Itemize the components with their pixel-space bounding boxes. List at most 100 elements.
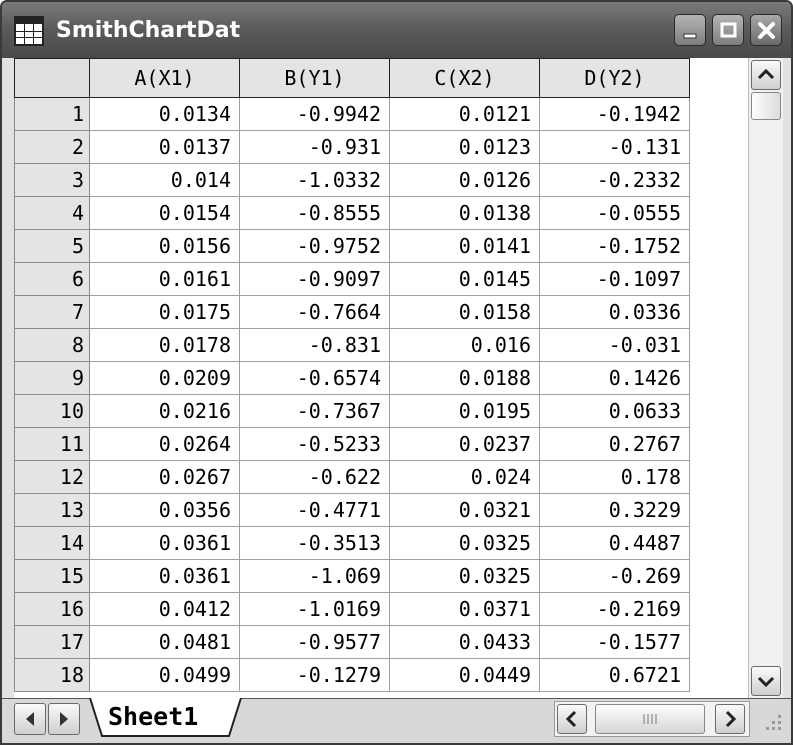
cell-a[interactable]: 0.0361: [89, 526, 240, 560]
cell-d[interactable]: 0.2767: [539, 427, 690, 461]
table-row[interactable]: 11 0.0264 -0.5233 0.0237 0.2767: [14, 427, 690, 461]
table-row[interactable]: 10 0.0216 -0.7367 0.0195 0.0633: [14, 394, 690, 428]
cell-c[interactable]: 0.0138: [389, 196, 540, 230]
cell-c[interactable]: 0.0237: [389, 427, 540, 461]
cell-a[interactable]: 0.0154: [89, 196, 240, 230]
cell-b[interactable]: -1.0169: [239, 592, 390, 626]
table-row[interactable]: 15 0.0361 -1.069 0.0325 -0.269: [14, 559, 690, 593]
tab-scroll-first-button[interactable]: [14, 703, 46, 735]
cell-d[interactable]: -0.1097: [539, 262, 690, 296]
row-header[interactable]: 10: [14, 394, 90, 428]
cell-b[interactable]: -0.6574: [239, 361, 390, 395]
cell-a[interactable]: 0.014: [89, 163, 240, 197]
cell-a[interactable]: 0.0156: [89, 229, 240, 263]
cell-b[interactable]: -1.0332: [239, 163, 390, 197]
cell-d[interactable]: 0.6721: [539, 658, 690, 692]
cell-b[interactable]: -0.8555: [239, 196, 390, 230]
maximize-button[interactable]: [712, 14, 744, 46]
row-header[interactable]: 9: [14, 361, 90, 395]
cell-c[interactable]: 0.0123: [389, 130, 540, 164]
cell-c[interactable]: 0.024: [389, 460, 540, 494]
cell-c[interactable]: 0.0321: [389, 493, 540, 527]
cell-c[interactable]: 0.016: [389, 328, 540, 362]
cell-d[interactable]: -0.1942: [539, 97, 690, 131]
cell-b[interactable]: -0.9097: [239, 262, 390, 296]
cell-b[interactable]: -0.4771: [239, 493, 390, 527]
cell-b[interactable]: -0.931: [239, 130, 390, 164]
horizontal-scroll-thumb[interactable]: [595, 704, 705, 734]
table-row[interactable]: 4 0.0154 -0.8555 0.0138 -0.0555: [14, 196, 690, 230]
scroll-up-button[interactable]: [751, 60, 781, 90]
table-row[interactable]: 1 0.0134 -0.9942 0.0121 -0.1942: [14, 97, 690, 131]
cell-d[interactable]: -0.131: [539, 130, 690, 164]
cell-c[interactable]: 0.0121: [389, 97, 540, 131]
cell-b[interactable]: -0.622: [239, 460, 390, 494]
cell-d[interactable]: -0.1577: [539, 625, 690, 659]
cell-b[interactable]: -1.069: [239, 559, 390, 593]
row-header[interactable]: 4: [14, 196, 90, 230]
table-row[interactable]: 5 0.0156 -0.9752 0.0141 -0.1752: [14, 229, 690, 263]
scroll-down-button[interactable]: [751, 666, 781, 696]
table-row[interactable]: 17 0.0481 -0.9577 0.0433 -0.1577: [14, 625, 690, 659]
row-header[interactable]: 17: [14, 625, 90, 659]
row-header[interactable]: 16: [14, 592, 90, 626]
cell-b[interactable]: -0.7367: [239, 394, 390, 428]
row-header[interactable]: 14: [14, 526, 90, 560]
vertical-scroll-thumb[interactable]: [751, 92, 781, 120]
cell-c[interactable]: 0.0188: [389, 361, 540, 395]
row-header[interactable]: 11: [14, 427, 90, 461]
tab-sheet1[interactable]: Sheet1: [88, 698, 243, 738]
row-header[interactable]: 6: [14, 262, 90, 296]
cell-d[interactable]: 0.3229: [539, 493, 690, 527]
tab-scroll-next-button[interactable]: [48, 703, 80, 735]
table-row[interactable]: 18 0.0499 -0.1279 0.0449 0.6721: [14, 658, 690, 692]
horizontal-scrollbar[interactable]: [554, 701, 750, 737]
table-row[interactable]: 8 0.0178 -0.831 0.016 -0.031: [14, 328, 690, 362]
row-header[interactable]: 5: [14, 229, 90, 263]
cell-c[interactable]: 0.0325: [389, 526, 540, 560]
cell-b[interactable]: -0.3513: [239, 526, 390, 560]
cell-d[interactable]: -0.1752: [539, 229, 690, 263]
table-row[interactable]: 6 0.0161 -0.9097 0.0145 -0.1097: [14, 262, 690, 296]
cell-d[interactable]: -0.0555: [539, 196, 690, 230]
row-header[interactable]: 18: [14, 658, 90, 692]
cell-d[interactable]: -0.269: [539, 559, 690, 593]
scroll-left-button[interactable]: [557, 704, 587, 734]
column-header-d[interactable]: D(Y2): [539, 58, 690, 98]
cell-c[interactable]: 0.0145: [389, 262, 540, 296]
cell-a[interactable]: 0.0356: [89, 493, 240, 527]
cell-c[interactable]: 0.0449: [389, 658, 540, 692]
cell-a[interactable]: 0.0134: [89, 97, 240, 131]
table-row[interactable]: 7 0.0175 -0.7664 0.0158 0.0336: [14, 295, 690, 329]
cell-b[interactable]: -0.1279: [239, 658, 390, 692]
cell-c[interactable]: 0.0158: [389, 295, 540, 329]
cell-a[interactable]: 0.0178: [89, 328, 240, 362]
table-row[interactable]: 13 0.0356 -0.4771 0.0321 0.3229: [14, 493, 690, 527]
cell-c[interactable]: 0.0371: [389, 592, 540, 626]
close-button[interactable]: [750, 14, 782, 46]
resize-grip-icon[interactable]: [762, 711, 784, 733]
select-all-corner[interactable]: [14, 58, 90, 98]
cell-b[interactable]: -0.9752: [239, 229, 390, 263]
table-row[interactable]: 16 0.0412 -1.0169 0.0371 -0.2169: [14, 592, 690, 626]
table-row[interactable]: 12 0.0267 -0.622 0.024 0.178: [14, 460, 690, 494]
row-header[interactable]: 15: [14, 559, 90, 593]
cell-b[interactable]: -0.831: [239, 328, 390, 362]
cell-d[interactable]: -0.2332: [539, 163, 690, 197]
cell-a[interactable]: 0.0216: [89, 394, 240, 428]
cell-a[interactable]: 0.0175: [89, 295, 240, 329]
table-row[interactable]: 2 0.0137 -0.931 0.0123 -0.131: [14, 130, 690, 164]
title-bar[interactable]: SmithChartDat: [2, 2, 791, 58]
column-header-c[interactable]: C(X2): [389, 58, 540, 98]
worksheet-grid[interactable]: A(X1) B(Y1) C(X2) D(Y2) 1 0.0134 -0.9942 0.…: [14, 58, 748, 698]
worksheet-icon[interactable]: [14, 16, 44, 46]
cell-a[interactable]: 0.0264: [89, 427, 240, 461]
cell-a[interactable]: 0.0267: [89, 460, 240, 494]
vertical-scrollbar[interactable]: [748, 58, 783, 698]
cell-a[interactable]: 0.0499: [89, 658, 240, 692]
cell-c[interactable]: 0.0433: [389, 625, 540, 659]
cell-a[interactable]: 0.0361: [89, 559, 240, 593]
cell-a[interactable]: 0.0161: [89, 262, 240, 296]
cell-a[interactable]: 0.0209: [89, 361, 240, 395]
cell-d[interactable]: 0.1426: [539, 361, 690, 395]
